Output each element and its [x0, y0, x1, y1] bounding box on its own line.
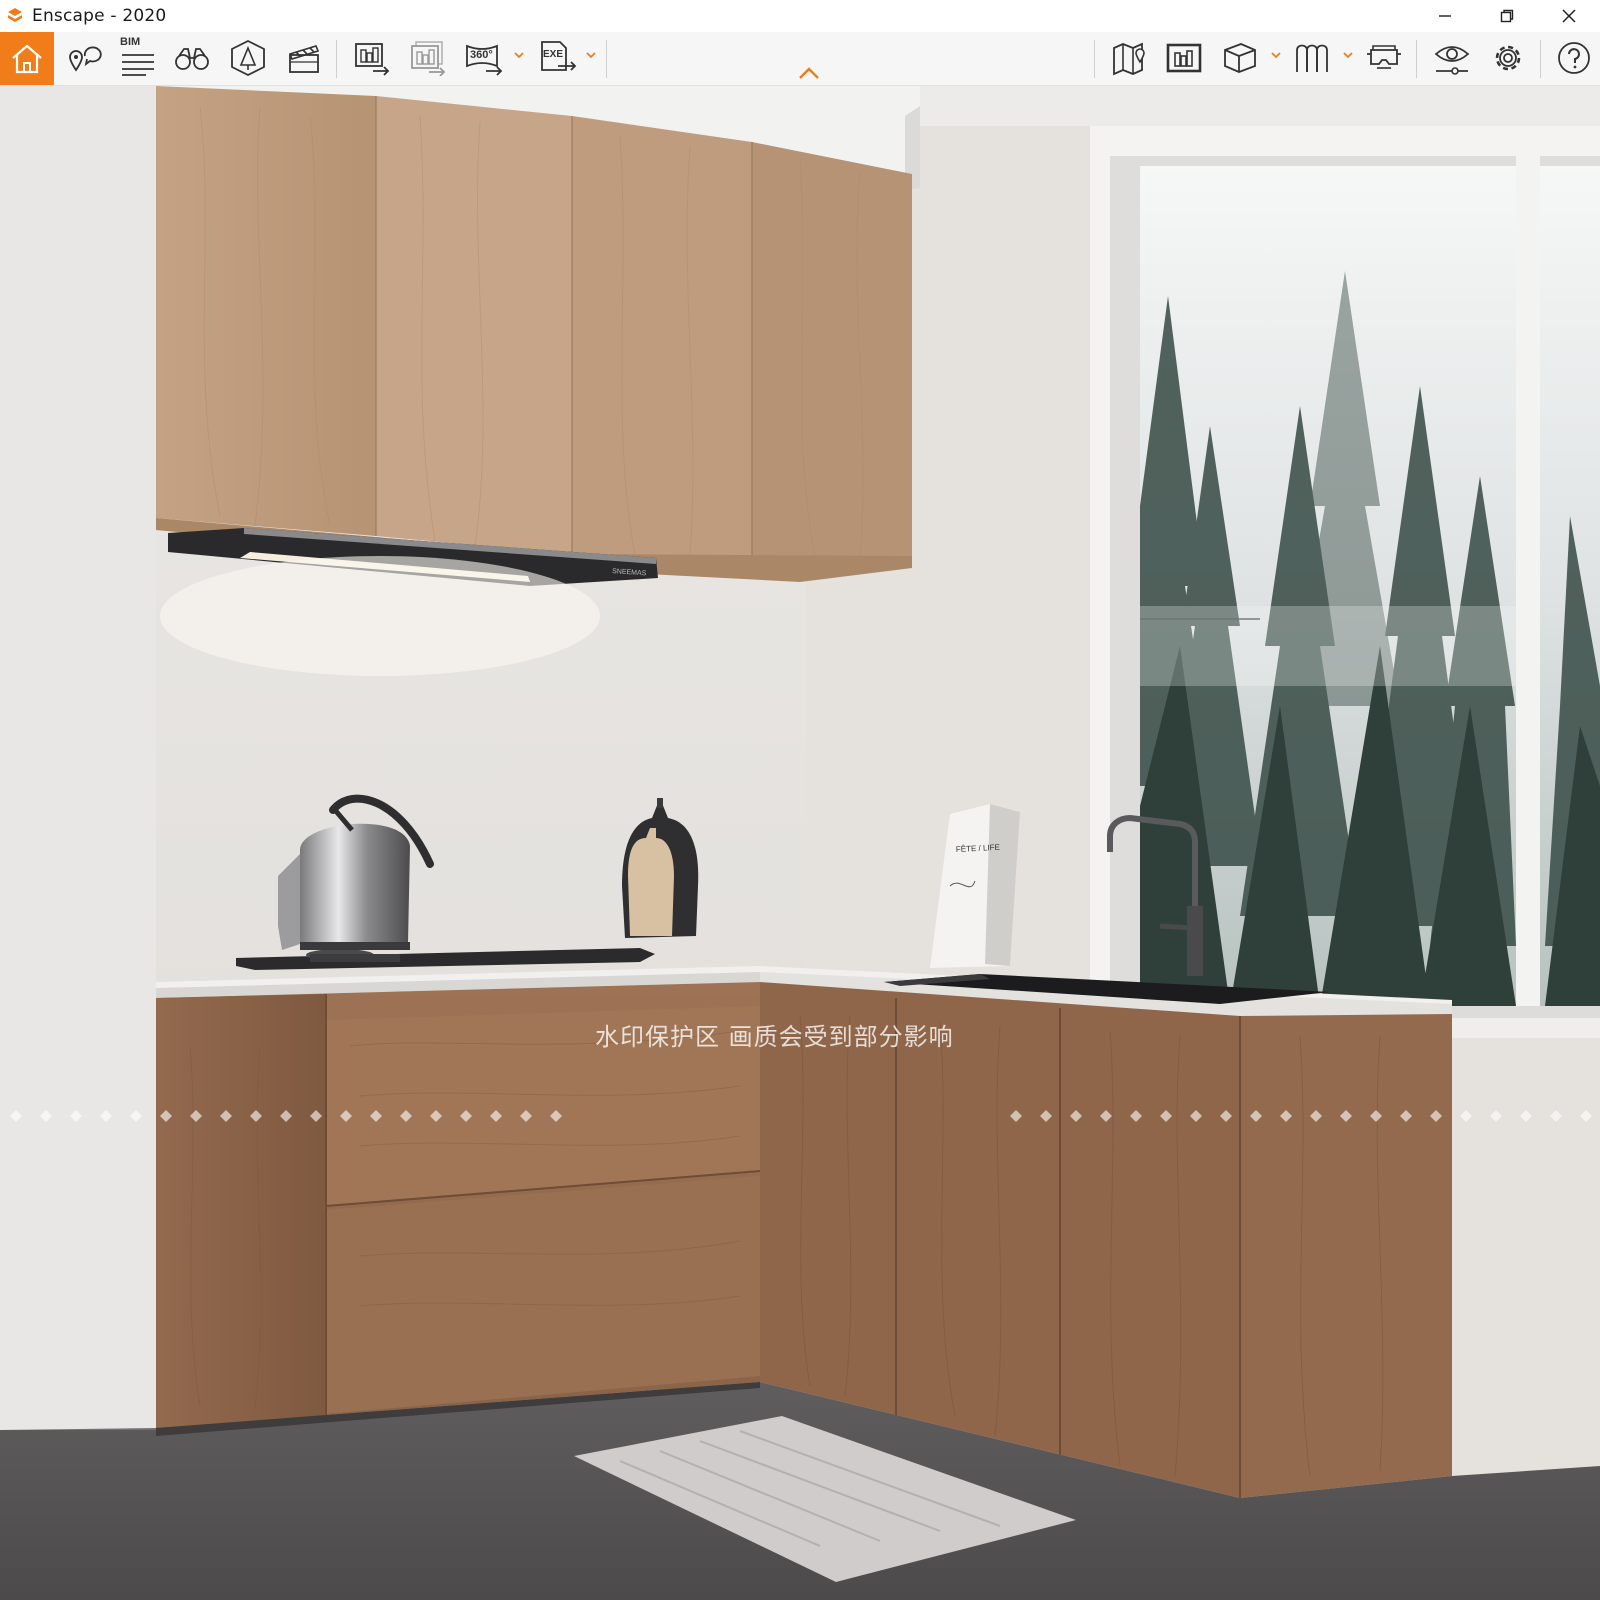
- section-box-icon: [1224, 43, 1256, 73]
- minimize-icon: [1439, 15, 1451, 17]
- batch-render-icon: [355, 43, 390, 76]
- visual-settings-button[interactable]: [1430, 36, 1474, 80]
- panorama-button[interactable]: 360°: [462, 36, 506, 80]
- views-icon: [69, 46, 102, 72]
- bookmarks-icon: [1296, 44, 1328, 72]
- asset-library-icon: [231, 39, 265, 77]
- map-button[interactable]: [1108, 36, 1152, 80]
- panorama-dropdown-chevron-icon[interactable]: [513, 50, 525, 60]
- help-button[interactable]: [1552, 36, 1596, 80]
- close-icon: [1562, 9, 1576, 23]
- screenshot-gallery-button[interactable]: [1162, 36, 1206, 80]
- settings-button[interactable]: [1486, 36, 1530, 80]
- panorama-label: 360°: [470, 49, 493, 61]
- video-editor-icon: [288, 45, 320, 73]
- toolbar-separator: [1094, 40, 1095, 78]
- render-screenshot-button[interactable]: [406, 36, 450, 80]
- render-screenshot-icon: [411, 41, 446, 76]
- panorama-360-icon: 360°: [464, 40, 504, 76]
- bim-button[interactable]: BIM: [116, 36, 160, 80]
- binoculars-icon: [175, 48, 209, 70]
- export-exe-label: EXE: [543, 49, 564, 60]
- collapse-toolbar-chevron-icon[interactable]: [798, 66, 820, 80]
- toolbar-separator: [1540, 40, 1541, 78]
- walk-mode-button[interactable]: [170, 36, 214, 80]
- home-icon: [12, 44, 42, 73]
- title-bar: Enscape - 2020: [0, 0, 1600, 32]
- batch-render-button[interactable]: [350, 36, 394, 80]
- window-controls: [1414, 0, 1600, 32]
- views-button[interactable]: [62, 36, 106, 80]
- toolbar-separator: [1416, 40, 1417, 78]
- minimize-button[interactable]: [1414, 0, 1476, 32]
- screenshot-gallery-icon: [1166, 43, 1202, 73]
- bookmarks-dropdown-chevron-icon[interactable]: [1342, 50, 1354, 60]
- export-exe-button[interactable]: EXE: [536, 36, 580, 80]
- watermark-banner: 水印保护区 画质会受到部分影响: [595, 1023, 954, 1051]
- enscape-logo-icon: [8, 8, 22, 22]
- asset-library-button[interactable]: [226, 36, 270, 80]
- window-title: Enscape - 2020: [32, 6, 167, 26]
- bim-label: BIM: [120, 36, 141, 48]
- help-icon: [1558, 42, 1590, 74]
- export-exe-icon: EXE: [538, 40, 578, 76]
- watermark-diamond-row: [10, 1110, 1592, 1122]
- bookmarks-button[interactable]: [1290, 36, 1334, 80]
- bim-icon: BIM: [120, 36, 156, 78]
- restore-icon: [1500, 9, 1514, 23]
- render-viewport[interactable]: SNEEMAS FÊTE / LIFE 水印保护区 画质会受到部分影响: [0, 86, 1600, 1600]
- vr-headset-icon: [1367, 45, 1401, 69]
- vr-headset-button[interactable]: [1362, 36, 1406, 80]
- section-box-button[interactable]: [1218, 36, 1262, 80]
- export-dropdown-chevron-icon[interactable]: [585, 50, 597, 60]
- main-toolbar: BIM 360° EXE: [0, 32, 1600, 86]
- settings-icon: [1495, 45, 1521, 71]
- kitchen-render: SNEEMAS FÊTE / LIFE: [0, 86, 1600, 1600]
- toolbar-separator: [606, 40, 607, 78]
- video-editor-button[interactable]: [282, 36, 326, 80]
- close-button[interactable]: [1538, 0, 1600, 32]
- map-icon: [1113, 42, 1145, 76]
- restore-button[interactable]: [1476, 0, 1538, 32]
- section-box-dropdown-chevron-icon[interactable]: [1270, 50, 1282, 60]
- list-lines-icon: [122, 54, 154, 76]
- home-button[interactable]: [0, 32, 54, 85]
- toolbar-separator: [336, 40, 337, 78]
- visual-settings-icon: [1434, 46, 1470, 75]
